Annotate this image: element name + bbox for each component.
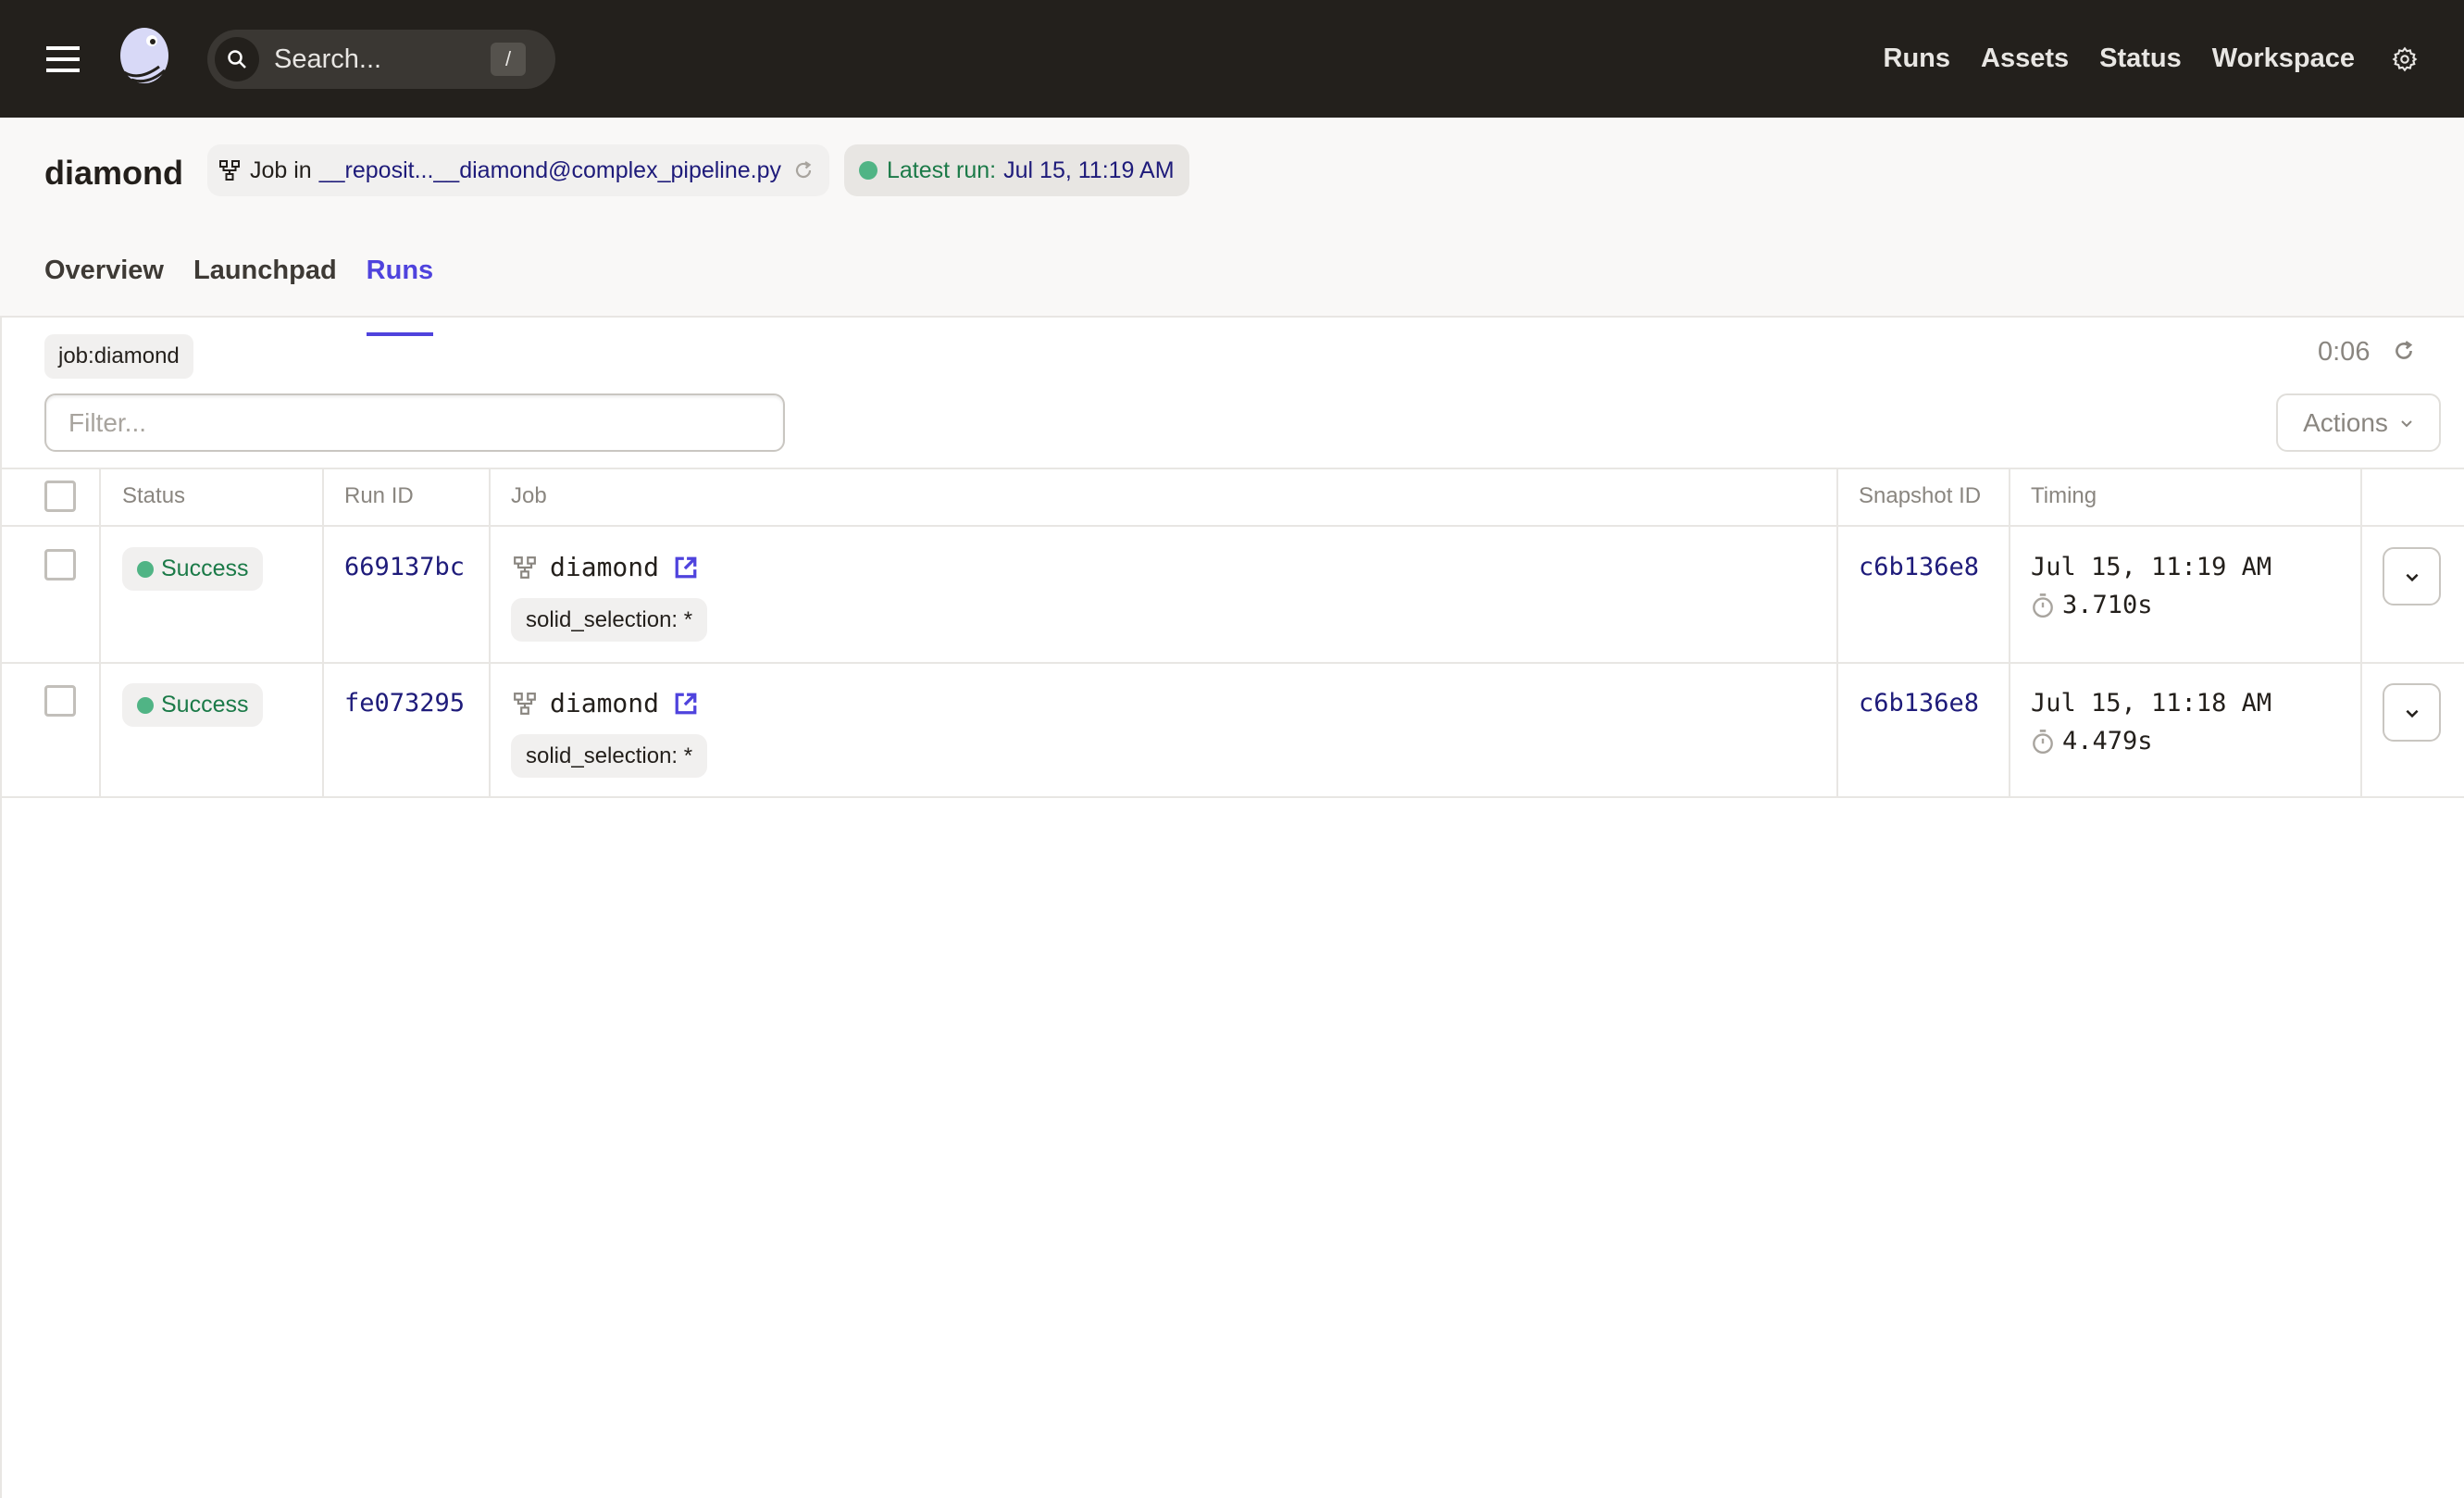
column-divider — [2360, 468, 2362, 796]
page-title: diamond — [44, 154, 183, 192]
filter-input[interactable] — [44, 393, 785, 452]
column-header-job[interactable]: Job — [511, 468, 547, 525]
success-status-dot — [137, 696, 154, 714]
stopwatch-icon — [2033, 730, 2053, 755]
success-status-dot — [137, 560, 154, 578]
status-badge: Success — [122, 683, 264, 727]
status-label: Success — [161, 556, 249, 581]
job-name: diamond — [513, 549, 698, 586]
stopwatch-icon — [2033, 593, 2053, 618]
run-duration: 3.710s — [2031, 587, 2153, 624]
left-border — [0, 318, 2, 1498]
row-divider — [0, 796, 2464, 798]
top-nav-bar: Search... / Runs Assets Status Workspace — [0, 0, 2464, 118]
job-filter-tag[interactable]: job:diamond — [44, 334, 193, 379]
nav-status[interactable]: Status — [2099, 44, 2182, 74]
latest-run-pill: Latest run: Jul 15, 11:19 AM — [844, 144, 1189, 196]
nav-assets[interactable]: Assets — [1981, 44, 2069, 74]
duration-value: 3.710s — [2062, 591, 2153, 619]
row-checkbox[interactable] — [44, 685, 76, 717]
success-status-dot — [859, 161, 877, 180]
select-all-checkbox[interactable] — [44, 481, 76, 512]
tab-overview[interactable]: Overview — [44, 244, 164, 318]
nav-workspace[interactable]: Workspace — [2212, 44, 2355, 74]
status-label: Success — [161, 692, 249, 718]
column-divider — [2009, 468, 2010, 796]
run-id-link[interactable]: 669137bc — [344, 549, 465, 586]
duration-value: 4.479s — [2062, 727, 2153, 755]
solid-selection-tag[interactable]: solid_selection: * — [511, 734, 708, 778]
job-name: diamond — [513, 685, 698, 722]
column-divider — [489, 468, 491, 796]
job-tabs: Overview Launchpad Runs — [44, 244, 463, 336]
column-divider — [99, 468, 101, 796]
search-shortcut-key: / — [491, 43, 526, 76]
snapshot-id-link[interactable]: c6b136e8 — [1859, 549, 1979, 586]
chevron-down-icon — [2405, 573, 2419, 581]
run-start-time: Jul 15, 11:19 AM — [2031, 553, 2272, 581]
header-bottom-border — [0, 525, 2464, 527]
solid-selection-tag[interactable]: solid_selection: * — [511, 598, 708, 642]
refresh-countdown: 0:06 — [2318, 337, 2371, 367]
external-link-icon[interactable] — [674, 692, 698, 716]
search-icon — [215, 37, 259, 81]
job-in-label: Job in — [250, 156, 312, 183]
row-actions-button[interactable] — [2383, 547, 2441, 605]
main-nav: Runs Assets Status Workspace — [1853, 0, 2355, 118]
external-link-icon[interactable] — [674, 556, 698, 580]
run-id-link[interactable]: fe073295 — [344, 685, 465, 722]
row-checkbox[interactable] — [44, 549, 76, 580]
chevron-down-icon — [2401, 419, 2412, 427]
status-badge: Success — [122, 547, 264, 591]
job-graph-icon — [219, 160, 240, 181]
column-divider — [1836, 468, 1838, 796]
search-placeholder: Search... — [274, 44, 382, 74]
snapshot-id-link[interactable]: c6b136e8 — [1859, 685, 1979, 722]
latest-run-label: Latest run: — [887, 156, 997, 183]
job-name-link[interactable]: diamond — [550, 549, 659, 586]
column-divider — [322, 468, 324, 796]
actions-label: Actions — [2303, 407, 2388, 437]
row-actions-button[interactable] — [2383, 683, 2441, 742]
chevron-down-icon — [2405, 709, 2419, 718]
settings-gear-icon[interactable] — [2392, 46, 2418, 72]
page-header: diamond Job in __reposit...__diamond@com… — [0, 118, 2464, 336]
row-divider — [0, 662, 2464, 664]
column-header-run-id[interactable]: Run ID — [344, 468, 414, 525]
dagster-logo-icon[interactable] — [111, 26, 178, 93]
tab-runs[interactable]: Runs — [366, 244, 433, 336]
run-start-time: Jul 15, 11:18 AM — [2031, 689, 2272, 718]
hamburger-menu-icon[interactable] — [46, 46, 80, 72]
column-header-snapshot-id[interactable]: Snapshot ID — [1859, 468, 1981, 525]
column-header-timing[interactable]: Timing — [2031, 468, 2097, 525]
job-location-pill: Job in __reposit...__diamond@complex_pip… — [207, 144, 830, 196]
reload-repository-icon[interactable] — [792, 159, 815, 181]
repository-link[interactable]: __reposit...__diamond@complex_pipeline.p… — [319, 157, 781, 184]
column-header-status[interactable]: Status — [122, 468, 185, 525]
nav-runs[interactable]: Runs — [1884, 44, 1951, 74]
search-bar[interactable]: Search... / — [207, 30, 555, 89]
job-graph-icon — [514, 693, 536, 715]
tab-launchpad[interactable]: Launchpad — [193, 244, 337, 318]
actions-dropdown-button[interactable]: Actions — [2276, 393, 2441, 452]
latest-run-time-link[interactable]: Jul 15, 11:19 AM — [1003, 157, 1174, 184]
job-name-link[interactable]: diamond — [550, 685, 659, 722]
refresh-icon[interactable] — [2392, 339, 2416, 363]
job-graph-icon — [514, 556, 536, 579]
run-duration: 4.479s — [2031, 723, 2153, 760]
